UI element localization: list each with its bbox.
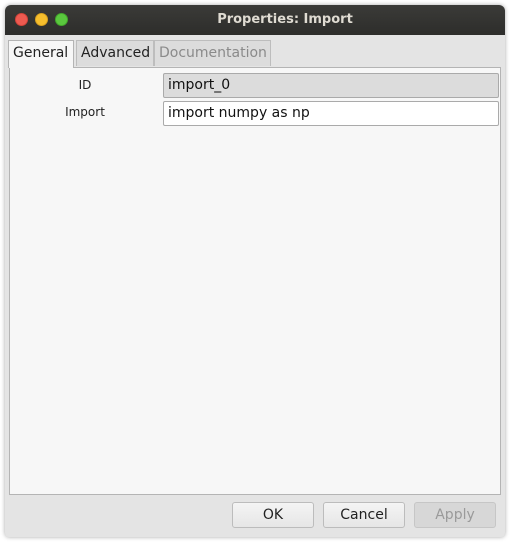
cancel-button[interactable]: Cancel [323, 502, 405, 528]
id-field: import_0 [163, 73, 499, 98]
import-label: Import [65, 105, 105, 119]
apply-button[interactable]: Apply [414, 502, 496, 528]
ok-button[interactable]: OK [232, 502, 314, 528]
window-title: Properties: Import [217, 12, 353, 27]
properties-dialog: Properties: Import Advanced Documentatio… [5, 5, 505, 537]
general-panel: ID import_0 Import import numpy as np [9, 67, 501, 495]
tab-general[interactable]: General [8, 40, 74, 68]
tab-documentation[interactable]: Documentation [154, 40, 271, 66]
import-field[interactable]: import numpy as np [163, 101, 499, 126]
id-label: ID [78, 78, 92, 92]
tab-advanced[interactable]: Advanced [76, 40, 154, 66]
title-bar[interactable]: Properties: Import [5, 5, 505, 35]
